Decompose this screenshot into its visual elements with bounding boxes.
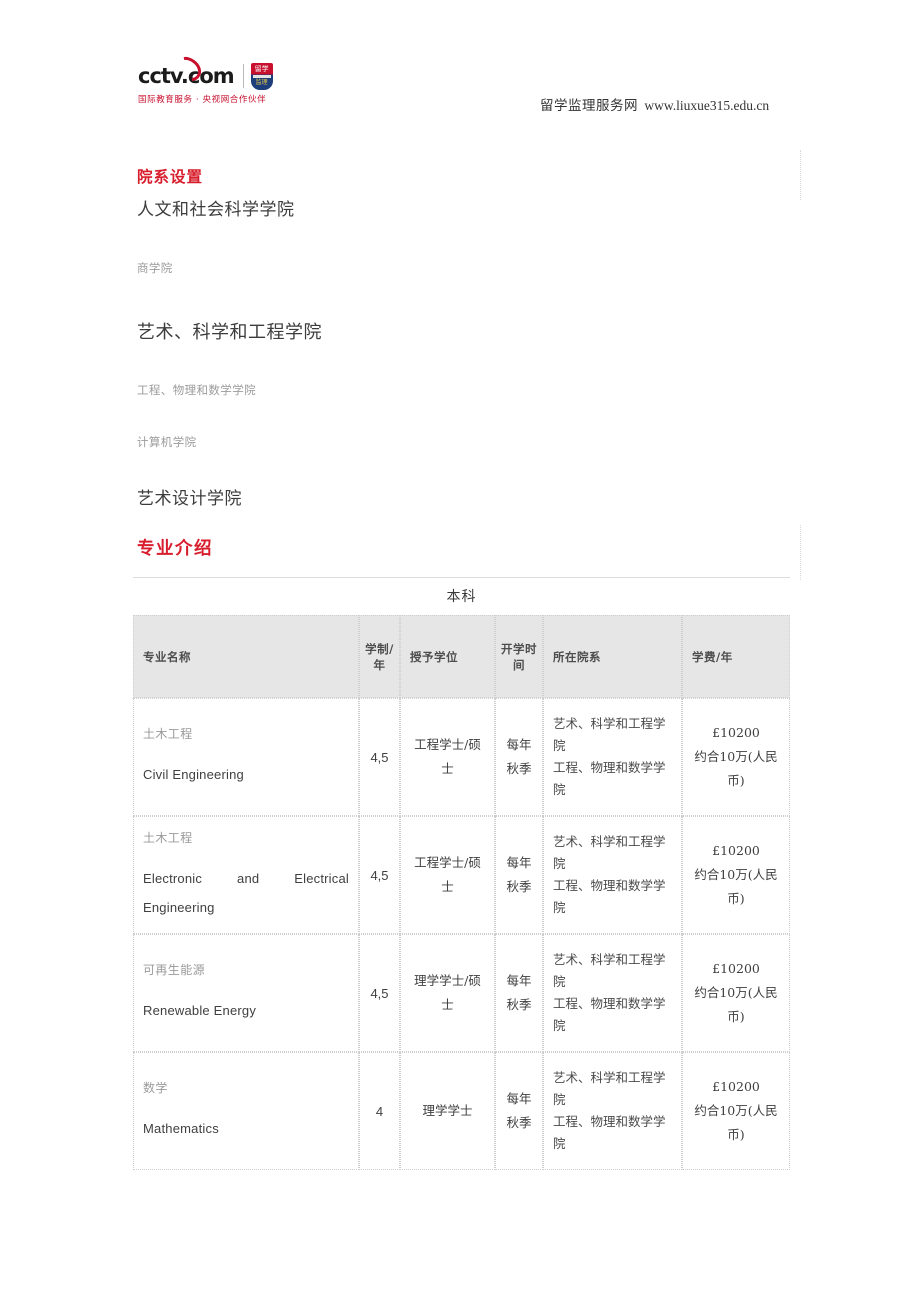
list-item: 艺术设计学院 (137, 489, 242, 509)
tuition-note: 约合10万(人民币) (694, 867, 778, 906)
table-header: 专业名称 学制/年 授予学位 开学时间 所在院系 学费/年 (133, 615, 790, 698)
table-row: 土木工程 Civil Engineering 4,5 工程学士/硕士 每年秋季 … (133, 698, 790, 816)
major-name-en: Electronic and Electrical Engineering (143, 870, 349, 915)
cell-major-name: 土木工程 Electronic and Electrical Engineeri… (133, 816, 359, 934)
tuition-note: 约合10万(人民币) (694, 749, 778, 788)
column-header-years: 学制/年 (359, 615, 400, 698)
tuition-amount: £10200 (712, 1079, 760, 1094)
cell-start-term: 每年秋季 (495, 698, 543, 816)
school-line-2: 工程、物理和数学学院 (553, 1114, 666, 1151)
logo-tagline: 国际教育服务 · 央视网合作伙伴 (138, 95, 267, 105)
shield-bottom-label: 监理 (255, 79, 268, 86)
table-row: 可再生能源 Renewable Energy 4,5 理学学士/硕士 每年秋季 … (133, 934, 790, 1052)
decorative-rule-top (800, 150, 801, 200)
tuition-amount: £10200 (712, 725, 760, 740)
cell-years: 4,5 (359, 816, 400, 934)
major-name-en: Renewable Energy (143, 1003, 257, 1018)
cell-tuition: £10200 约合10万(人民币) (682, 934, 790, 1052)
cell-start-term: 每年秋季 (495, 934, 543, 1052)
table-body: 土木工程 Civil Engineering 4,5 工程学士/硕士 每年秋季 … (133, 698, 790, 1170)
cell-school: 艺术、科学和工程学院 工程、物理和数学学院 (543, 934, 682, 1052)
department-list: 人文和社会科学学院 商学院 艺术、科学和工程学院 工程、物理和数学学院 计算机学… (137, 192, 757, 509)
tuition-amount: £10200 (712, 961, 760, 976)
list-item: 计算机学院 (137, 435, 197, 449)
table-row: 土木工程 Electronic and Electrical Engineeri… (133, 816, 790, 934)
list-item: 商学院 (137, 261, 173, 275)
major-name-cn: 土木工程 (143, 830, 193, 845)
major-name-cn: 数学 (143, 1081, 168, 1095)
list-item: 艺术、科学和工程学院 (137, 322, 322, 343)
tuition-note: 约合10万(人民币) (694, 985, 778, 1024)
cell-start-term: 每年秋季 (495, 816, 543, 934)
cell-tuition: £10200 约合10万(人民币) (682, 698, 790, 816)
site-credit-name: 留学监理服务网 (540, 98, 638, 113)
table-caption: 本科 (446, 589, 477, 605)
list-item: 人文和社会科学学院 (137, 200, 295, 220)
school-line-1: 艺术、科学和工程学院 (553, 716, 666, 753)
cell-school: 艺术、科学和工程学院 工程、物理和数学学院 (543, 1052, 682, 1170)
site-credit-url: www.liuxue315.edu.cn (644, 98, 770, 113)
school-line-1: 艺术、科学和工程学院 (553, 834, 666, 871)
cell-major-name: 数学 Mathematics (133, 1052, 359, 1170)
cell-school: 艺术、科学和工程学院 工程、物理和数学学院 (543, 816, 682, 934)
major-name-en: Mathematics (143, 1121, 219, 1136)
cell-tuition: £10200 约合10万(人民币) (682, 1052, 790, 1170)
site-credit: 留学监理服务网 www.liuxue315.edu.cn (540, 94, 769, 114)
cctv-logo: cctv.com 留学 监理 国际教育服务 · 央视网合作伙伴 (138, 51, 298, 107)
cell-years: 4,5 (359, 698, 400, 816)
page-header: cctv.com 留学 监理 国际教育服务 · 央视网合作伙伴 留学监理服务网 … (0, 0, 920, 140)
tuition-note: 约合10万(人民币) (694, 1103, 778, 1142)
logo-row: cctv.com 留学 监理 (138, 51, 298, 90)
cell-major-name: 可再生能源 Renewable Energy (133, 934, 359, 1052)
column-header-major-name: 专业名称 (133, 615, 359, 698)
list-item: 工程、物理和数学学院 (137, 383, 256, 397)
column-header-school: 所在院系 (543, 615, 682, 698)
major-name-en: Civil Engineering (143, 767, 244, 782)
cell-major-name: 土木工程 Civil Engineering (133, 698, 359, 816)
column-header-degree: 授予学位 (400, 615, 495, 698)
cell-degree: 工程学士/硕士 (400, 816, 495, 934)
school-line-2: 工程、物理和数学学院 (553, 878, 666, 915)
cell-start-term: 每年秋季 (495, 1052, 543, 1170)
decorative-rule-bottom (800, 525, 801, 580)
cell-years: 4 (359, 1052, 400, 1170)
tuition-amount: £10200 (712, 843, 760, 858)
major-name-cn: 可再生能源 (143, 963, 206, 977)
shield-bar (252, 74, 271, 78)
school-line-2: 工程、物理和数学学院 (553, 760, 666, 797)
document-page: cctv.com 留学 监理 国际教育服务 · 央视网合作伙伴 留学监理服务网 … (0, 0, 920, 1302)
cell-tuition: £10200 约合10万(人民币) (682, 816, 790, 934)
column-header-start-term: 开学时间 (495, 615, 543, 698)
majors-table-wrapper: 本科 专业名称 学制/年 授予学位 开学时间 所在院系 学费/年 土木工程 Ci… (133, 577, 790, 1170)
table-row: 数学 Mathematics 4 理学学士 每年秋季 艺术、科学和工程学院 工程… (133, 1052, 790, 1170)
section-title-majors: 专业介绍 (137, 539, 213, 559)
cell-years: 4,5 (359, 934, 400, 1052)
shield-top-label: 留学 (254, 64, 269, 73)
table-header-row: 专业名称 学制/年 授予学位 开学时间 所在院系 学费/年 (133, 615, 790, 698)
cell-degree: 工程学士/硕士 (400, 698, 495, 816)
cell-degree: 理学学士/硕士 (400, 934, 495, 1052)
school-line-2: 工程、物理和数学学院 (553, 996, 666, 1033)
cell-school: 艺术、科学和工程学院 工程、物理和数学学院 (543, 698, 682, 816)
logo-divider (242, 64, 244, 88)
cell-degree: 理学学士 (400, 1052, 495, 1170)
column-header-tuition: 学费/年 (682, 615, 790, 698)
section-title-departments: 院系设置 (137, 168, 204, 186)
school-line-1: 艺术、科学和工程学院 (553, 952, 666, 989)
school-line-1: 艺术、科学和工程学院 (553, 1070, 666, 1107)
majors-table: 专业名称 学制/年 授予学位 开学时间 所在院系 学费/年 土木工程 Civil… (133, 615, 790, 1170)
major-name-cn: 土木工程 (143, 727, 193, 741)
study-abroad-shield-icon: 留学 监理 (250, 62, 273, 90)
